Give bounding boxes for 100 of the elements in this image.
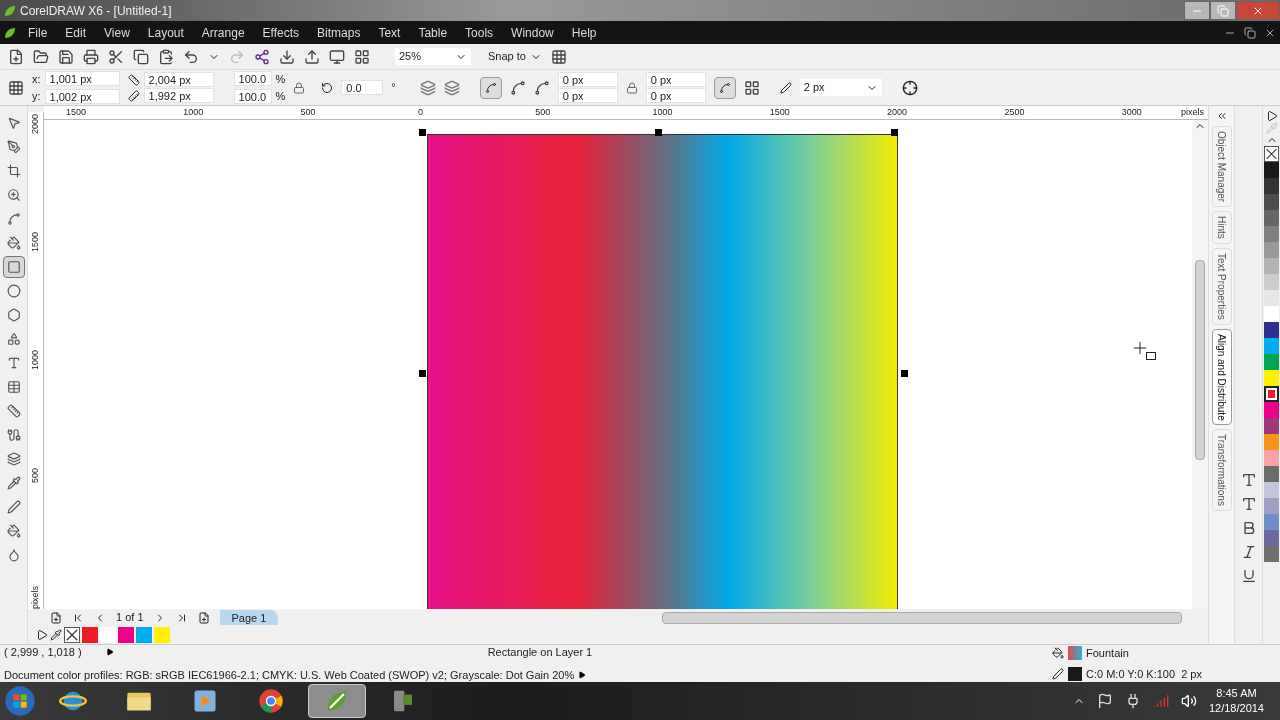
color-swatch[interactable] — [1264, 418, 1279, 434]
docker-tab[interactable]: Object Manager — [1211, 126, 1232, 208]
eyedropper-icon[interactable] — [50, 629, 62, 641]
scalloped-corner-icon[interactable] — [509, 79, 526, 96]
input-field[interactable]: 0 px — [645, 88, 706, 103]
selection-handle[interactable] — [419, 129, 426, 136]
print-icon[interactable] — [83, 48, 99, 65]
menu-item[interactable]: View — [104, 23, 130, 42]
input-field[interactable]: 0 px — [557, 88, 618, 103]
first-page-icon[interactable] — [72, 611, 84, 624]
page-tab[interactable]: Page 1 — [219, 610, 279, 625]
color-swatch[interactable] — [1264, 546, 1279, 562]
color-swatch[interactable] — [1264, 450, 1279, 466]
color-swatch[interactable] — [1264, 258, 1279, 274]
menu-item[interactable]: Layout — [147, 23, 184, 42]
no-color-swatch[interactable] — [1264, 146, 1279, 162]
color-swatch[interactable] — [1264, 290, 1279, 306]
color-swatch[interactable] — [1264, 354, 1279, 370]
tool-button[interactable] — [2, 256, 25, 278]
add-page-icon[interactable] — [197, 611, 210, 624]
text-icon[interactable] — [1240, 472, 1257, 488]
menu-item[interactable]: Text — [378, 23, 401, 42]
menu-item[interactable]: Arrange — [201, 23, 245, 42]
round-corner-button[interactable] — [479, 76, 502, 99]
color-swatch[interactable] — [1264, 162, 1279, 178]
restore-button[interactable] — [1210, 1, 1236, 20]
outline-width-dropdown[interactable]: 2 px — [799, 79, 882, 96]
color-swatch[interactable] — [1264, 226, 1279, 242]
input-field[interactable]: 0.0 — [341, 80, 384, 95]
input-field[interactable]: 1,001 px — [44, 71, 120, 87]
color-swatch[interactable] — [1264, 306, 1279, 322]
docker-tab[interactable]: Transformations — [1211, 429, 1232, 512]
new-icon[interactable] — [8, 48, 24, 65]
folder-icon[interactable] — [33, 48, 49, 65]
color-swatch[interactable] — [1264, 322, 1279, 338]
signal-icon[interactable] — [1152, 693, 1169, 709]
menu-item[interactable]: Bitmaps — [317, 23, 361, 42]
docker-tab[interactable]: Align and Distribute — [1211, 328, 1232, 426]
input-field[interactable]: 1,002 px — [44, 88, 120, 104]
relative-corner-button[interactable] — [713, 76, 736, 99]
cut-icon[interactable] — [108, 48, 124, 65]
snap-dropdown[interactable]: Snap to — [488, 48, 542, 65]
input-field[interactable]: 100.0 — [233, 88, 272, 104]
color-swatch[interactable] — [136, 627, 152, 643]
selection-handle[interactable] — [419, 370, 426, 377]
docker-tab[interactable]: Text Properties — [1211, 247, 1232, 325]
arrow-icon[interactable] — [578, 670, 587, 679]
color-swatch[interactable] — [1264, 338, 1279, 354]
import-icon[interactable] — [279, 48, 295, 65]
undo-icon[interactable] — [183, 48, 199, 65]
reference-point-icon[interactable] — [8, 79, 24, 96]
add-page-icon[interactable] — [50, 611, 62, 624]
color-swatch[interactable] — [1264, 370, 1279, 386]
horizontal-scrollbar[interactable] — [662, 611, 1182, 624]
zoom-dropdown[interactable]: 25% — [395, 48, 471, 65]
lock-icon[interactable] — [625, 81, 638, 94]
color-swatch[interactable] — [1264, 402, 1279, 418]
selection-handle[interactable] — [655, 129, 662, 136]
minimize-button[interactable] — [1184, 1, 1210, 20]
input-field[interactable]: 0 px — [557, 72, 618, 87]
menu-item[interactable]: Edit — [65, 23, 87, 42]
color-swatch[interactable] — [100, 627, 116, 643]
color-swatch[interactable] — [1264, 274, 1279, 290]
docker-tab[interactable]: Hints — [1211, 211, 1232, 244]
color-swatch[interactable] — [1264, 434, 1279, 450]
input-field[interactable]: 1,992 px — [143, 88, 214, 103]
volume-icon[interactable] — [1180, 693, 1197, 709]
no-color-swatch[interactable] — [64, 627, 80, 643]
save-icon[interactable] — [58, 48, 74, 65]
text-icon[interactable] — [1240, 496, 1257, 512]
start-button[interactable] — [4, 685, 36, 717]
color-swatch[interactable] — [154, 627, 170, 643]
selection-handle[interactable] — [891, 129, 898, 136]
input-field[interactable]: 0 px — [645, 72, 706, 87]
selection-handle[interactable] — [901, 370, 908, 377]
menu-item[interactable]: File — [28, 23, 48, 42]
color-swatch[interactable] — [1264, 242, 1279, 258]
color-swatch[interactable] — [1264, 466, 1279, 482]
color-swatch[interactable] — [1264, 498, 1279, 514]
export-icon[interactable] — [304, 48, 320, 65]
menu-item[interactable]: Window — [511, 23, 554, 42]
color-swatch[interactable] — [1264, 210, 1279, 226]
color-swatch[interactable] — [1264, 386, 1279, 402]
underline-icon[interactable] — [1240, 568, 1257, 584]
flag-icon[interactable] — [1096, 693, 1113, 709]
menu-item[interactable]: Tools — [465, 23, 494, 42]
paste-icon[interactable] — [158, 48, 174, 65]
color-swatch[interactable] — [82, 627, 98, 643]
color-swatch[interactable] — [118, 627, 134, 643]
lock-icon[interactable] — [293, 81, 306, 94]
color-swatch[interactable] — [1264, 514, 1279, 530]
menu-item[interactable]: Effects — [262, 23, 300, 42]
menu-item[interactable]: Table — [418, 23, 448, 42]
color-swatch[interactable] — [1264, 482, 1279, 498]
chamfered-corner-icon[interactable] — [533, 79, 550, 96]
flyout-icon[interactable] — [1265, 110, 1278, 122]
menu-item[interactable]: Help — [571, 23, 597, 42]
vertical-scrollbar[interactable] — [1192, 120, 1208, 609]
input-field[interactable]: 2,004 px — [143, 72, 214, 87]
arrow-icon[interactable] — [105, 648, 114, 657]
